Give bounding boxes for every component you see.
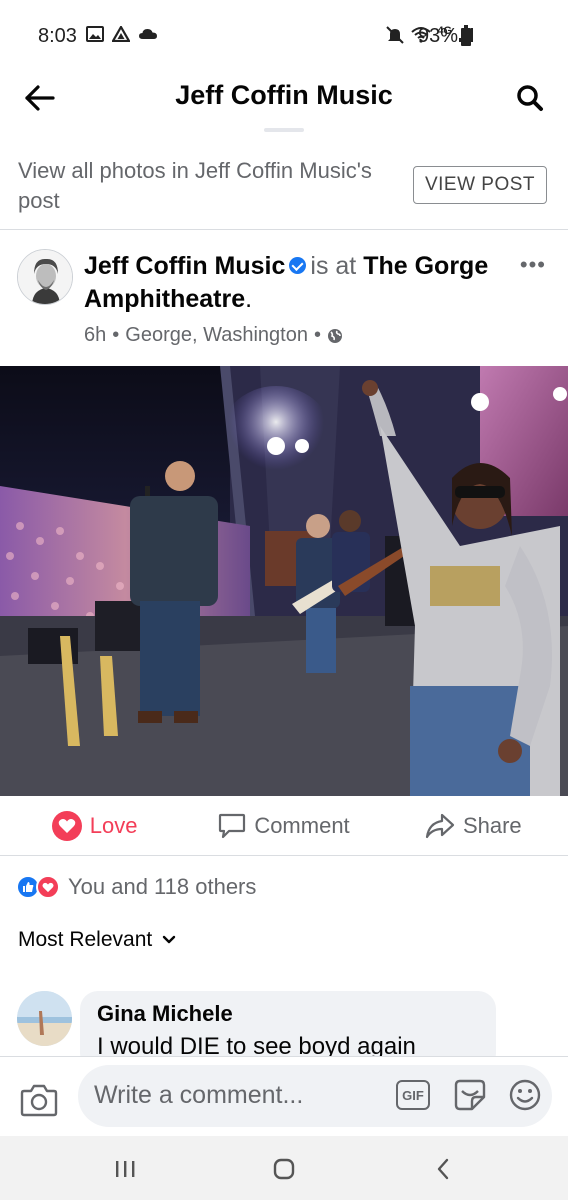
- reaction-icons: [16, 875, 60, 899]
- comment-author[interactable]: Gina Michele: [97, 1001, 479, 1027]
- emoji-button[interactable]: [508, 1078, 542, 1112]
- recent-apps-icon: [116, 1161, 135, 1177]
- gif-button[interactable]: GIF: [396, 1080, 430, 1110]
- home-button[interactable]: [269, 1154, 299, 1184]
- app-header: Jeff Coffin Music: [0, 70, 568, 126]
- sticker-button[interactable]: [452, 1077, 488, 1113]
- scroll-indicator: [264, 128, 304, 132]
- search-button[interactable]: [510, 78, 550, 118]
- post-title: Jeff Coffin Music is at The Gorge Amphith…: [84, 250, 504, 316]
- battery-indicator: 93%: [418, 24, 472, 48]
- post-is-at: is at: [310, 252, 357, 280]
- view-post-button[interactable]: VIEW POST: [413, 166, 547, 204]
- recent-apps-button[interactable]: [110, 1154, 140, 1184]
- post-time[interactable]: 6h: [84, 324, 106, 347]
- share-label: Share: [462, 812, 522, 838]
- comment-placeholder: Write a comment...: [94, 1081, 304, 1109]
- reactions-summary[interactable]: You and 118 others: [16, 870, 256, 904]
- status-left-icons: [86, 26, 158, 42]
- status-bar: 8:03 4G 93%: [0, 0, 568, 70]
- love-button[interactable]: Love: [0, 796, 189, 855]
- reactions-text: You and 118 others: [68, 874, 257, 899]
- concert-photo: [0, 366, 568, 796]
- meta-separator: •: [112, 324, 120, 346]
- post-author[interactable]: Jeff Coffin Music: [84, 252, 285, 280]
- cloud-icon: [139, 29, 157, 39]
- post-period: .: [245, 285, 253, 313]
- more-options-button[interactable]: •••: [520, 252, 546, 278]
- photos-banner-text: View all photos in Jeff Coffin Music's p…: [18, 158, 372, 213]
- mute-icon: [386, 26, 405, 44]
- post-meta: 6h • George, Washington •: [84, 324, 343, 347]
- comment-icon: [219, 813, 246, 838]
- post-actions: Love Comment Share: [0, 796, 568, 856]
- post-photo[interactable]: [0, 366, 568, 796]
- triangle-app-icon: [112, 26, 130, 42]
- comment-input[interactable]: Write a comment... GIF: [78, 1065, 552, 1127]
- camera-button[interactable]: [20, 1083, 58, 1117]
- author-avatar[interactable]: [17, 249, 73, 305]
- emoji-icon: [509, 1079, 541, 1111]
- status-time: 8:03: [38, 25, 77, 47]
- search-icon: [517, 85, 543, 111]
- love-label: Love: [89, 812, 138, 838]
- page-title: Jeff Coffin Music: [175, 80, 393, 110]
- post-header: Jeff Coffin Music is at The Gorge Amphith…: [0, 232, 568, 366]
- heart-icon: [51, 810, 82, 841]
- globe-icon: [327, 328, 342, 343]
- camera-icon: [20, 1084, 58, 1117]
- share-button[interactable]: Share: [379, 796, 568, 855]
- love-reaction-icon: [36, 875, 60, 899]
- system-back-button[interactable]: [428, 1154, 458, 1184]
- comment-label: Comment: [254, 812, 350, 838]
- chevron-left-icon: [437, 1158, 449, 1180]
- home-icon: [273, 1158, 295, 1180]
- battery-icon: [461, 24, 472, 46]
- sort-label: Most Relevant: [18, 928, 153, 951]
- verified-badge-icon: [289, 256, 307, 274]
- commenter-avatar-image: [17, 991, 72, 1046]
- share-icon: [425, 813, 455, 838]
- comment-button[interactable]: Comment: [189, 796, 378, 855]
- sticker-icon: [454, 1079, 486, 1111]
- post-place[interactable]: George, Washington: [125, 324, 308, 347]
- battery-percent: 93%: [418, 25, 459, 47]
- comment-sort-dropdown[interactable]: Most Relevant: [18, 928, 176, 952]
- system-nav-bar: [0, 1136, 568, 1200]
- gallery-icon: [86, 26, 104, 42]
- photos-banner: View all photos in Jeff Coffin Music's p…: [0, 140, 568, 230]
- commenter-avatar[interactable]: [17, 991, 72, 1046]
- author-avatar-image: [18, 250, 72, 304]
- comment-compose-bar: Write a comment... GIF: [0, 1056, 568, 1136]
- meta-separator: •: [313, 324, 321, 346]
- chevron-down-icon: [163, 935, 176, 944]
